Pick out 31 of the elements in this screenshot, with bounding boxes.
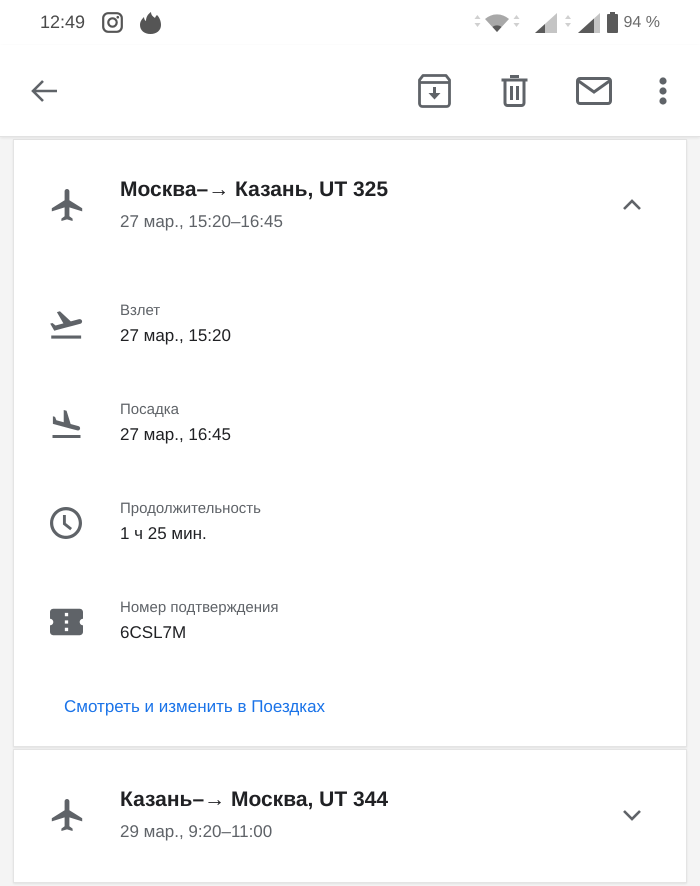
flight-title: Москва–→ Казань, UT 325 <box>120 177 388 203</box>
flame-icon <box>140 12 162 34</box>
plane-icon <box>51 799 83 831</box>
trash-icon <box>500 74 528 106</box>
detail-value: 27 мар., 16:45 <box>120 424 231 446</box>
camera-icon <box>102 12 124 33</box>
detail-value: 1 ч 25 мин. <box>120 523 207 545</box>
detail-label: Посадка <box>120 400 179 420</box>
back-arrow-icon <box>30 78 58 102</box>
flight-title: Казань–→ Москва, UT 344 <box>120 787 388 813</box>
clock-icon <box>50 506 82 538</box>
trips-link[interactable]: Смотреть и изменить в Поездках <box>64 695 326 719</box>
wifi-icon <box>474 12 520 32</box>
landing-icon <box>50 410 82 438</box>
status-time: 12:49 <box>40 12 86 33</box>
flight-time: 29 мар., 9:20–11:00 <box>120 821 272 843</box>
takeoff-icon <box>50 310 82 338</box>
detail-value: 6CSL7M <box>120 622 186 644</box>
plane-icon <box>51 189 83 221</box>
detail-label: Продолжительность <box>120 499 261 519</box>
detail-label: Взлет <box>120 301 160 321</box>
battery-icon <box>606 12 618 33</box>
more-icon <box>659 76 667 104</box>
battery-percent: 94 % <box>624 14 660 32</box>
flight-time: 27 мар., 15:20–16:45 <box>120 211 283 233</box>
ticket-icon <box>50 608 82 636</box>
detail-value: 27 мар., 15:20 <box>120 325 231 347</box>
signal-icon <box>534 12 573 32</box>
mail-icon <box>576 76 612 104</box>
detail-label: Номер подтверждения <box>120 598 278 618</box>
archive-icon <box>418 74 450 108</box>
